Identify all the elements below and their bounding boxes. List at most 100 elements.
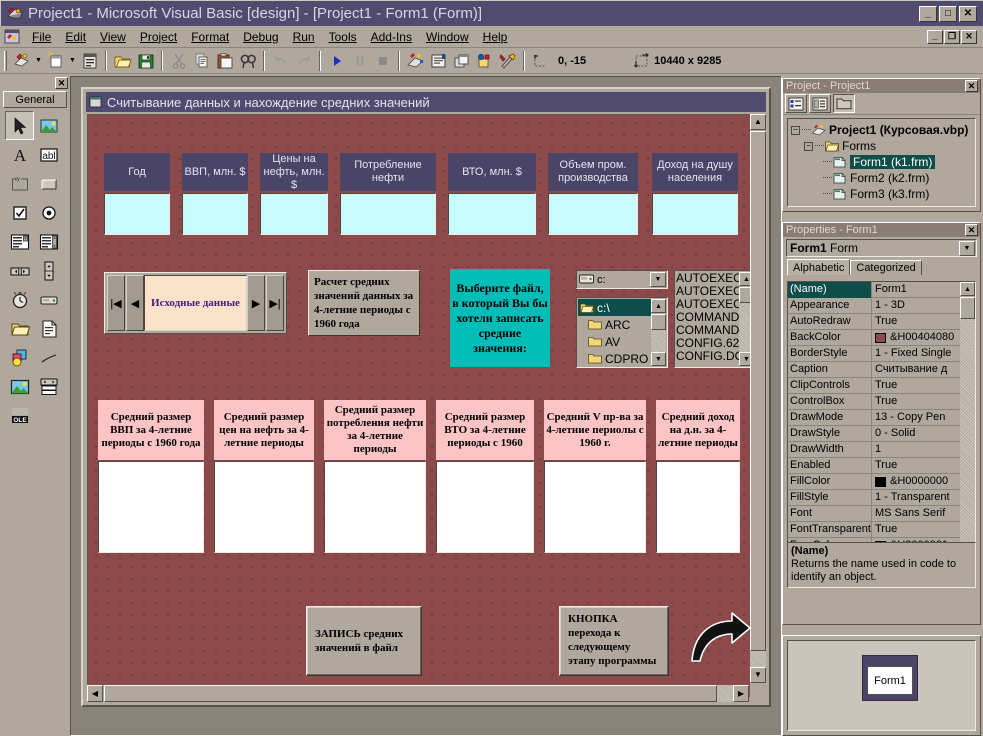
property-row-backcolor[interactable]: BackColor &H00404080 bbox=[788, 329, 960, 346]
textbox-avg-wto[interactable] bbox=[436, 461, 534, 553]
open-project-icon[interactable] bbox=[111, 50, 134, 72]
dir-listbox[interactable]: c:\ ARC AV CDPRO ▲ ▼ bbox=[576, 297, 668, 368]
dirlistbox-icon[interactable] bbox=[5, 314, 34, 343]
pointer-icon[interactable] bbox=[5, 111, 34, 140]
menu-window[interactable]: Window bbox=[419, 28, 476, 46]
dir-item-cdpro[interactable]: CDPRO bbox=[578, 350, 651, 366]
data-next-button[interactable]: ▶ bbox=[247, 275, 265, 331]
end-icon[interactable] bbox=[371, 50, 394, 72]
data-control[interactable]: |◀ ◀ Исходные данные ▶ ▶| bbox=[104, 272, 287, 334]
object-browser-icon[interactable] bbox=[473, 50, 496, 72]
collapse-icon[interactable]: − bbox=[791, 125, 800, 135]
form-layout-icon[interactable] bbox=[450, 50, 473, 72]
scroll-up-icon[interactable]: ▲ bbox=[960, 282, 975, 296]
property-row-font[interactable]: Font MS Sans Serif bbox=[788, 505, 960, 522]
data-first-button[interactable]: |◀ bbox=[107, 275, 125, 331]
mdi-close-button[interactable]: ✕ bbox=[961, 29, 977, 44]
add-form-icon[interactable] bbox=[44, 50, 67, 72]
property-row-autoredraw[interactable]: AutoRedraw True bbox=[788, 313, 960, 330]
scroll-down-icon[interactable]: ▼ bbox=[739, 352, 750, 366]
scroll-up-icon[interactable]: ▲ bbox=[651, 299, 666, 313]
next-stage-button[interactable]: КНОПКА перехода к следующему этапу прогр… bbox=[559, 606, 669, 676]
property-row-appearance[interactable]: Appearance 1 - 3D bbox=[788, 297, 960, 314]
file-item[interactable]: AUTOEXEC. bbox=[676, 298, 739, 311]
textbox-oil-prices[interactable] bbox=[260, 193, 328, 235]
form-canvas[interactable]: Год ВВП, млн. $ Цены на нефть, млн. $ По… bbox=[87, 114, 750, 697]
dir-listbox-scrollbar[interactable]: ▲ ▼ bbox=[651, 299, 666, 366]
textbox-industrial-volume[interactable] bbox=[548, 193, 638, 235]
scroll-thumb[interactable] bbox=[750, 131, 766, 651]
property-row-clipcontrols[interactable]: ClipControls True bbox=[788, 377, 960, 394]
file-item[interactable]: COMMAND. bbox=[676, 311, 739, 324]
file-item[interactable]: COMMAND. bbox=[676, 324, 739, 337]
mdi-minimize-button[interactable]: _ bbox=[927, 29, 943, 44]
break-icon[interactable] bbox=[348, 50, 371, 72]
textbox-gdp[interactable] bbox=[182, 193, 248, 235]
property-value[interactable]: True bbox=[872, 314, 960, 330]
menu-run[interactable]: Run bbox=[286, 28, 322, 46]
property-value[interactable]: True bbox=[872, 378, 960, 394]
line-icon[interactable] bbox=[34, 343, 63, 372]
drive-listbox[interactable]: c: ▼ bbox=[576, 270, 668, 289]
cut-icon[interactable] bbox=[167, 50, 190, 72]
form-vscrollbar[interactable]: ▲ ▼ bbox=[750, 114, 766, 683]
view-object-icon[interactable] bbox=[809, 94, 831, 113]
listbox-icon[interactable] bbox=[34, 227, 63, 256]
paste-icon[interactable] bbox=[213, 50, 236, 72]
property-value[interactable]: True bbox=[872, 522, 960, 538]
optionbutton-icon[interactable] bbox=[34, 198, 63, 227]
menu-help[interactable]: Help bbox=[476, 28, 515, 46]
undo-icon[interactable] bbox=[269, 50, 292, 72]
property-value-with-swatch[interactable]: &H00404080 bbox=[872, 330, 960, 346]
menu-project[interactable]: Project bbox=[133, 28, 184, 46]
add-project-dropdown-icon[interactable]: ▼ bbox=[33, 50, 44, 72]
menu-tools[interactable]: Tools bbox=[322, 28, 364, 46]
textbox-income-per-capita[interactable] bbox=[652, 193, 738, 235]
close-icon[interactable]: ✕ bbox=[965, 80, 978, 92]
property-value[interactable]: 0 - Solid bbox=[872, 426, 960, 442]
scroll-up-icon[interactable]: ▲ bbox=[739, 272, 750, 286]
property-value[interactable]: 13 - Copy Pen bbox=[872, 410, 960, 426]
scroll-track[interactable] bbox=[960, 319, 975, 543]
property-row-enabled[interactable]: Enabled True bbox=[788, 457, 960, 474]
property-value[interactable]: MS Sans Serif bbox=[872, 506, 960, 522]
menu-editor-icon[interactable] bbox=[78, 50, 101, 72]
find-icon[interactable] bbox=[236, 50, 259, 72]
shape-icon[interactable] bbox=[5, 343, 34, 372]
textbox-avg-income[interactable] bbox=[656, 461, 740, 553]
property-value[interactable]: Form1 bbox=[872, 282, 960, 298]
property-value[interactable]: 1 - 3D bbox=[872, 298, 960, 314]
file-item[interactable]: CONFIG.625 bbox=[676, 337, 739, 350]
minimize-button[interactable]: _ bbox=[919, 5, 937, 22]
data-icon[interactable] bbox=[34, 372, 63, 401]
dir-item-root[interactable]: c:\ bbox=[578, 299, 651, 316]
scroll-right-icon[interactable]: ▶ bbox=[733, 685, 749, 702]
property-row-name[interactable]: (Name) Form1 bbox=[788, 282, 960, 298]
menu-format[interactable]: Format bbox=[184, 28, 236, 46]
tree-node-form3[interactable]: Form3 (k3.frm) bbox=[790, 186, 973, 202]
collapse-icon[interactable]: − bbox=[804, 141, 813, 151]
property-row-fillstyle[interactable]: FillStyle 1 - Transparent bbox=[788, 489, 960, 506]
data-last-button[interactable]: ▶| bbox=[266, 275, 284, 331]
scroll-down-icon[interactable]: ▼ bbox=[651, 352, 666, 366]
menu-view[interactable]: View bbox=[93, 28, 133, 46]
property-row-controlbox[interactable]: ControlBox True bbox=[788, 393, 960, 410]
data-prev-button[interactable]: ◀ bbox=[126, 275, 144, 331]
maximize-button[interactable]: □ bbox=[939, 5, 957, 22]
tree-node-project[interactable]: − Project1 (Курсовая.vbp) bbox=[790, 122, 973, 138]
scroll-track[interactable] bbox=[717, 685, 733, 702]
scroll-track[interactable] bbox=[739, 303, 750, 352]
scroll-thumb[interactable] bbox=[104, 685, 717, 702]
textbox-wto[interactable] bbox=[448, 193, 536, 235]
tree-node-form2[interactable]: Form2 (k2.frm) bbox=[790, 170, 973, 186]
filelistbox-icon[interactable] bbox=[34, 314, 63, 343]
drivelistbox-icon[interactable] bbox=[34, 285, 63, 314]
hscrollbar-icon[interactable] bbox=[5, 256, 34, 285]
properties-window-icon[interactable] bbox=[427, 50, 450, 72]
toolbox-tab-general[interactable]: General bbox=[3, 91, 67, 108]
property-value[interactable]: Считывание д bbox=[872, 362, 960, 378]
textbox-year[interactable] bbox=[104, 193, 170, 235]
mdi-restore-button[interactable]: ❐ bbox=[944, 29, 960, 44]
toolbar-grip[interactable] bbox=[4, 50, 7, 71]
file-listbox[interactable]: AUTOEXEC. AUTOEXEC. AUTOEXEC. COMMAND. C… bbox=[674, 270, 750, 368]
